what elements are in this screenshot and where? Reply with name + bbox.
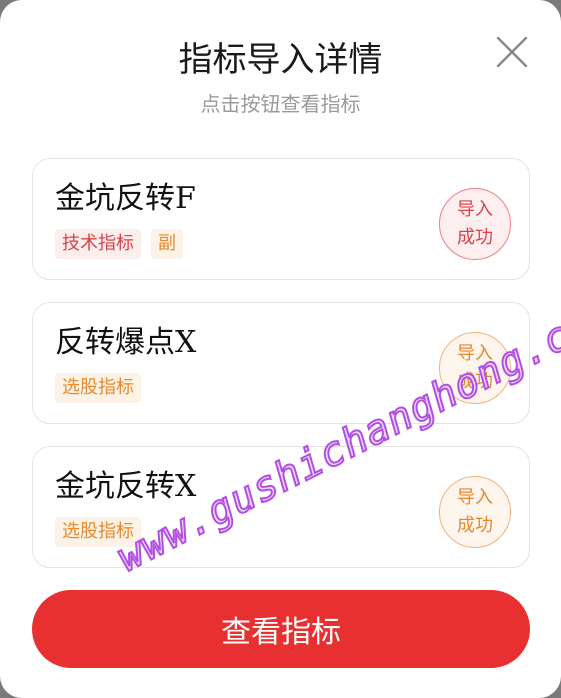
- indicator-name: 反转爆点X: [55, 325, 197, 360]
- dialog-subtitle: 点击按钮查看指标: [200, 92, 361, 116]
- import-details-dialog: 指标导入详情 点击按钮查看指标 金坑反转F 技术指标 副 导入 成功 反转爆点X…: [0, 0, 561, 698]
- indicator-card: 反转爆点X 选股指标 导入 成功: [32, 302, 530, 424]
- tag-badge: 选股指标: [55, 517, 141, 547]
- badge-line: 成功: [457, 515, 493, 536]
- indicator-tags: 选股指标: [55, 517, 141, 547]
- dialog-title: 指标导入详情: [178, 40, 383, 80]
- badge-line: 成功: [457, 227, 493, 248]
- indicator-name: 金坑反转X: [55, 469, 197, 504]
- indicator-card: 金坑反转F 技术指标 副 导入 成功: [32, 158, 530, 280]
- indicator-card: 金坑反转X 选股指标 导入 成功: [32, 446, 530, 568]
- close-icon[interactable]: [490, 30, 534, 74]
- tag-badge: 副: [151, 229, 183, 259]
- import-success-badge: 导入 成功: [439, 188, 511, 260]
- indicator-tags: 技术指标 副: [55, 229, 183, 259]
- tag-badge: 选股指标: [55, 373, 141, 403]
- view-indicators-button[interactable]: 查看指标: [32, 590, 530, 668]
- indicator-name: 金坑反转F: [55, 181, 196, 216]
- badge-line: 导入: [457, 199, 493, 220]
- import-success-badge: 导入 成功: [439, 332, 511, 404]
- badge-line: 导入: [457, 487, 493, 508]
- import-success-badge: 导入 成功: [439, 476, 511, 548]
- tag-badge: 技术指标: [55, 229, 141, 259]
- badge-line: 成功: [457, 371, 493, 392]
- indicator-tags: 选股指标: [55, 373, 141, 403]
- badge-line: 导入: [457, 343, 493, 364]
